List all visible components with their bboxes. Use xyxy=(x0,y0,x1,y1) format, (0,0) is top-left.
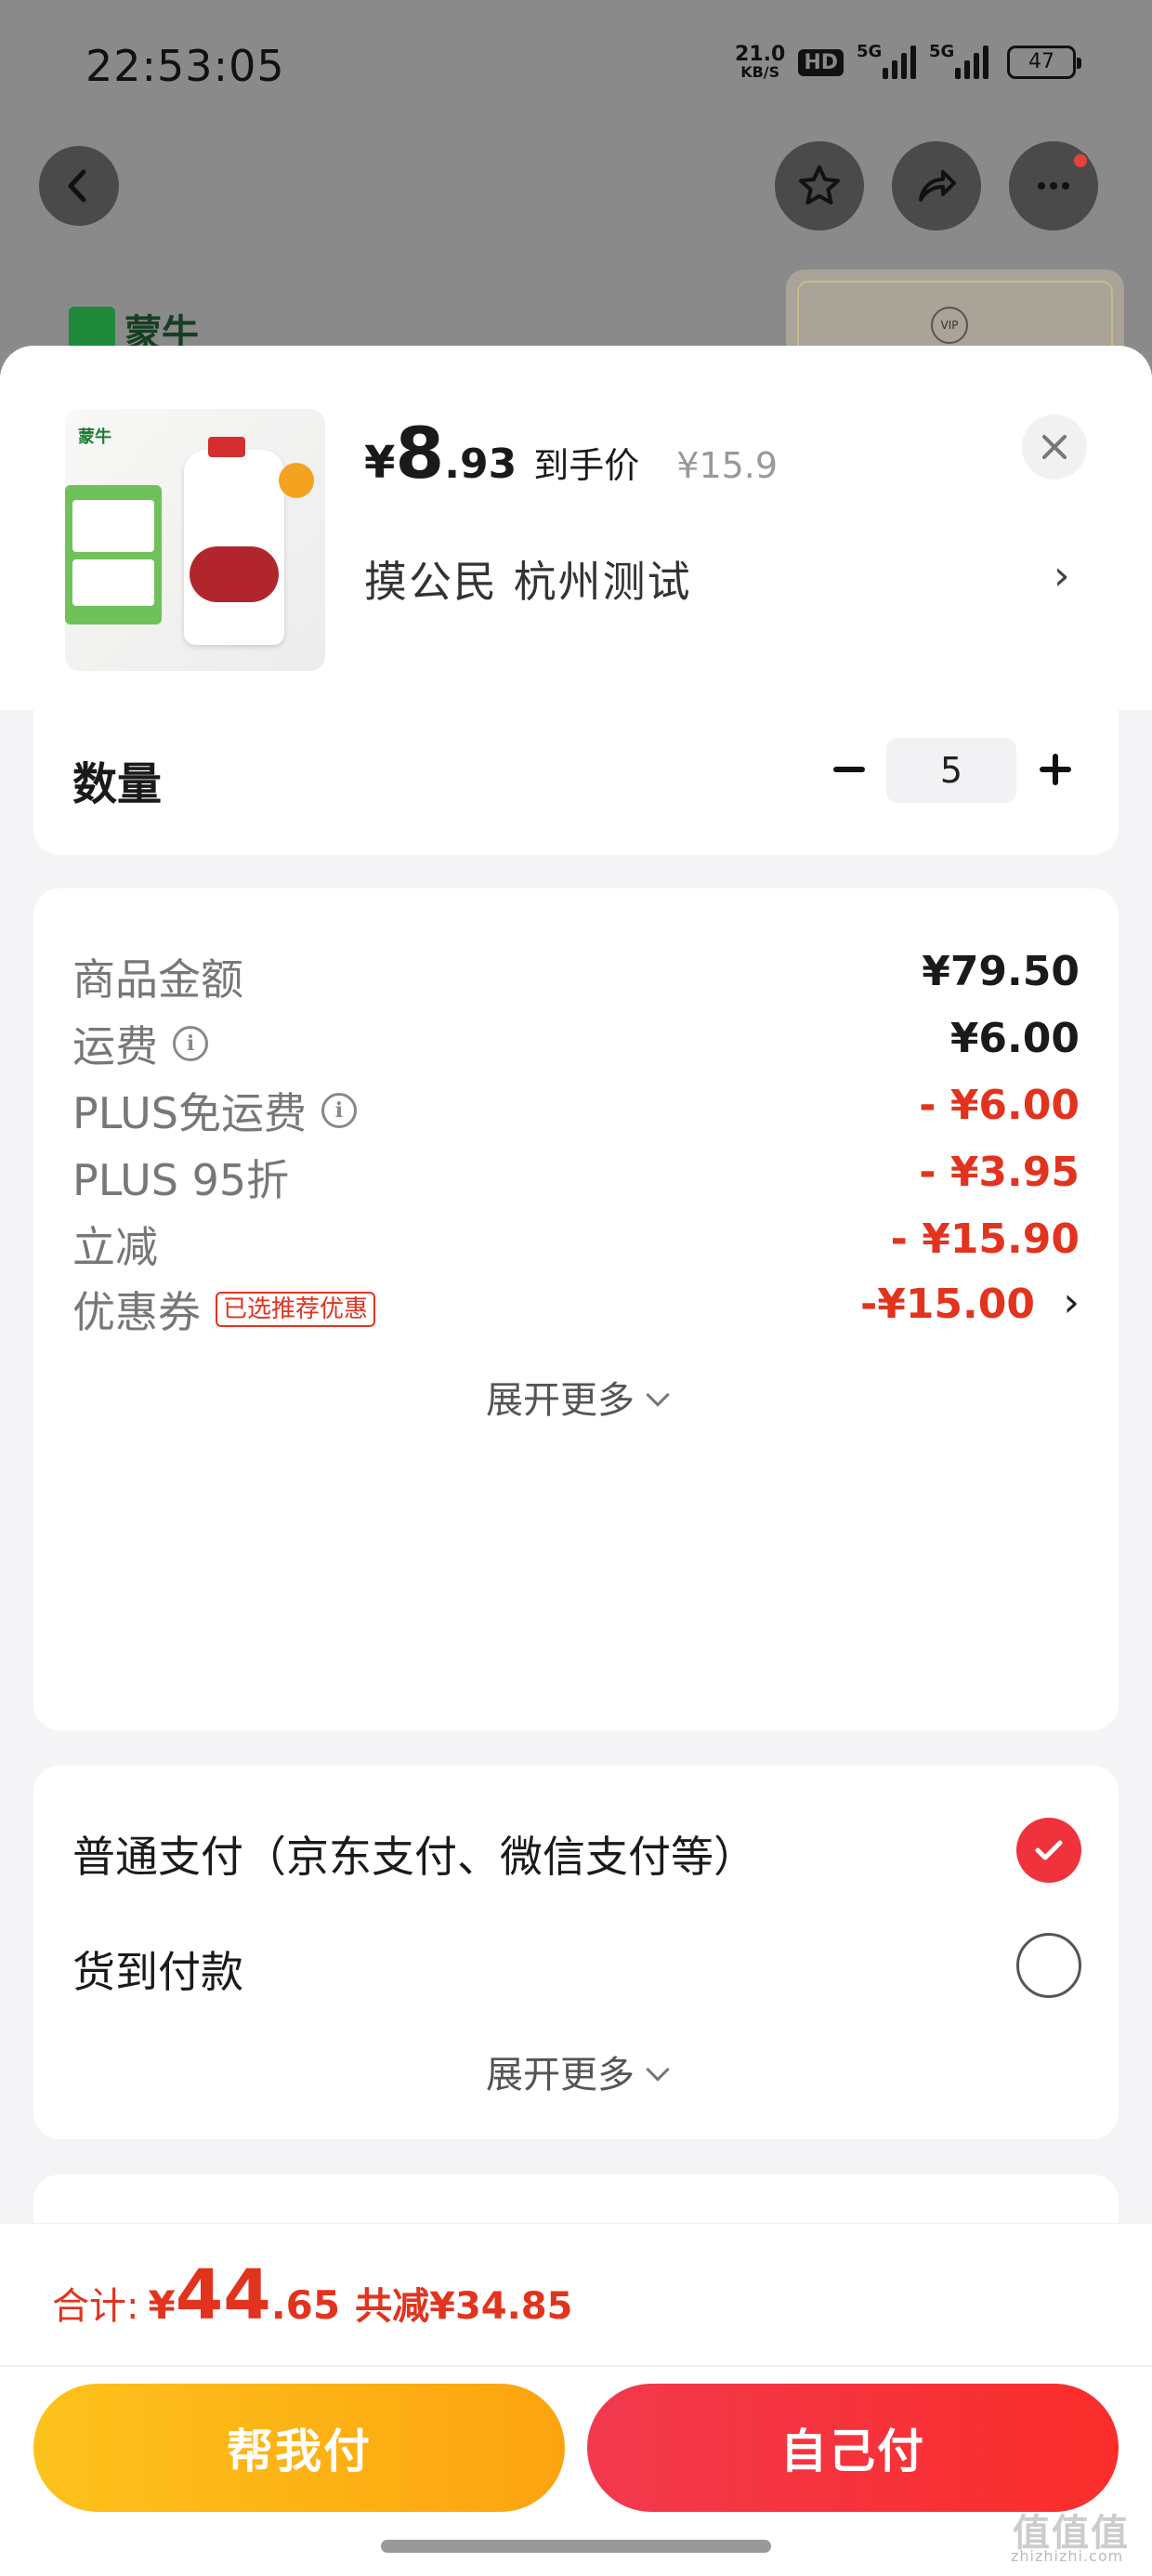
network-speed: 21.0 KB/S xyxy=(735,43,786,81)
share-icon xyxy=(919,170,956,202)
quantity-increment-button[interactable] xyxy=(1028,742,1083,797)
signal-icon: 5G xyxy=(929,42,988,79)
divider xyxy=(0,2365,1152,2367)
fee-row-plus-discount: PLUS 95折 - ¥3.95 xyxy=(72,1149,1080,1205)
info-icon[interactable]: i xyxy=(173,1026,208,1061)
total-savings: 共减¥34.85 xyxy=(355,2285,573,2328)
home-indicator[interactable] xyxy=(381,2540,771,2553)
signal-icon: 5G xyxy=(857,42,916,79)
status-indicators: 21.0 KB/S HD 5G 5G 47 xyxy=(735,42,1081,81)
fee-breakdown-card: 商品金额 ¥79.50 运费 i ¥6.00 PLUS免运费 i - ¥6.00 P… xyxy=(33,888,1119,1730)
fee-row-instant-discount: 立减 - ¥15.90 xyxy=(72,1216,1080,1272)
pay-myself-button[interactable]: 自己付 xyxy=(587,2384,1119,2512)
chevron-down-icon xyxy=(646,1383,670,1407)
sheet-header: 蒙牛 ¥ 8 .93 到手价 ¥15.9 摸公民 杭州测试 › xyxy=(0,346,1152,710)
share-button[interactable] xyxy=(892,141,981,230)
radio-unchecked-icon[interactable] xyxy=(1016,1933,1081,1998)
quantity-label: 数量 xyxy=(72,758,163,810)
info-icon[interactable]: i xyxy=(321,1093,357,1128)
quantity-input[interactable]: 5 xyxy=(886,738,1016,803)
fee-row-shipping: 运费 i ¥6.00 xyxy=(72,1015,1080,1071)
status-bar: 22:53:05 21.0 KB/S HD 5G 5G 47 xyxy=(0,0,1152,139)
quantity-card: 数量 5 xyxy=(33,710,1119,855)
payment-option-normal[interactable]: 普通支付（京东支付、微信支付等） xyxy=(72,1814,1081,1888)
battery-icon: 47 xyxy=(1007,46,1081,79)
status-time: 22:53:05 xyxy=(85,41,285,91)
delivery-address[interactable]: 摸公民 杭州测试 xyxy=(364,548,692,610)
final-price: ¥ 8 .93 到手价 ¥15.9 xyxy=(364,412,779,494)
chevron-right-icon[interactable]: › xyxy=(1054,552,1070,599)
payment-option-cod[interactable]: 货到付款 xyxy=(72,1929,1081,2004)
fees-expand-more-button[interactable]: 展开更多 xyxy=(33,1370,1119,1424)
close-icon xyxy=(1042,435,1067,459)
check-icon xyxy=(1035,1840,1063,1860)
notification-dot xyxy=(1072,152,1089,169)
star-icon xyxy=(799,165,840,204)
minus-icon xyxy=(833,767,865,772)
price-tag-label: 到手价 xyxy=(533,445,640,486)
coupon-tag: 已选推荐优惠 xyxy=(216,1292,376,1327)
chevron-left-icon xyxy=(68,169,86,203)
product-image: 蒙牛 xyxy=(65,409,325,671)
order-total: 合计: ¥ 44 .65 共减¥34.85 xyxy=(52,2255,573,2335)
coupon-row[interactable]: 优惠券 已选推荐优惠 -¥15.00 › xyxy=(72,1279,1080,1337)
fee-row-goods: 商品金额 ¥79.50 xyxy=(72,948,1080,1005)
radio-checked-icon[interactable] xyxy=(1016,1818,1081,1883)
quantity-decrement-button[interactable] xyxy=(821,742,877,797)
favorite-button[interactable] xyxy=(775,141,864,230)
vip-badge-icon: VIP xyxy=(931,307,968,344)
chevron-down-icon xyxy=(646,2057,670,2082)
help-me-pay-button[interactable]: 帮我付 xyxy=(33,2384,565,2512)
more-button[interactable] xyxy=(1009,141,1098,230)
payment-method-card: 普通支付（京东支付、微信支付等） 货到付款 展开更多 xyxy=(33,1766,1119,2139)
more-dots-icon xyxy=(1038,182,1069,190)
close-button[interactable] xyxy=(1022,414,1087,480)
hd-badge: HD xyxy=(798,48,844,76)
bottom-action-bar: 合计: ¥ 44 .65 共减¥34.85 帮我付 自己付 值值值 zhizhi… xyxy=(0,2223,1152,2576)
payment-expand-more-button[interactable]: 展开更多 xyxy=(33,2044,1119,2098)
background-page: 22:53:05 21.0 KB/S HD 5G 5G 47 蒙牛 VIP xyxy=(0,0,1152,381)
original-price: ¥15.9 xyxy=(676,445,779,486)
watermark-site: zhizhizhi.com xyxy=(1011,2547,1124,2565)
chevron-right-icon[interactable]: › xyxy=(1063,1279,1080,1326)
fee-row-plus-free-shipping: PLUS免运费 i - ¥6.00 xyxy=(72,1082,1080,1138)
back-button[interactable] xyxy=(39,146,119,226)
coupon-value: -¥15.00 xyxy=(859,1281,1035,1328)
